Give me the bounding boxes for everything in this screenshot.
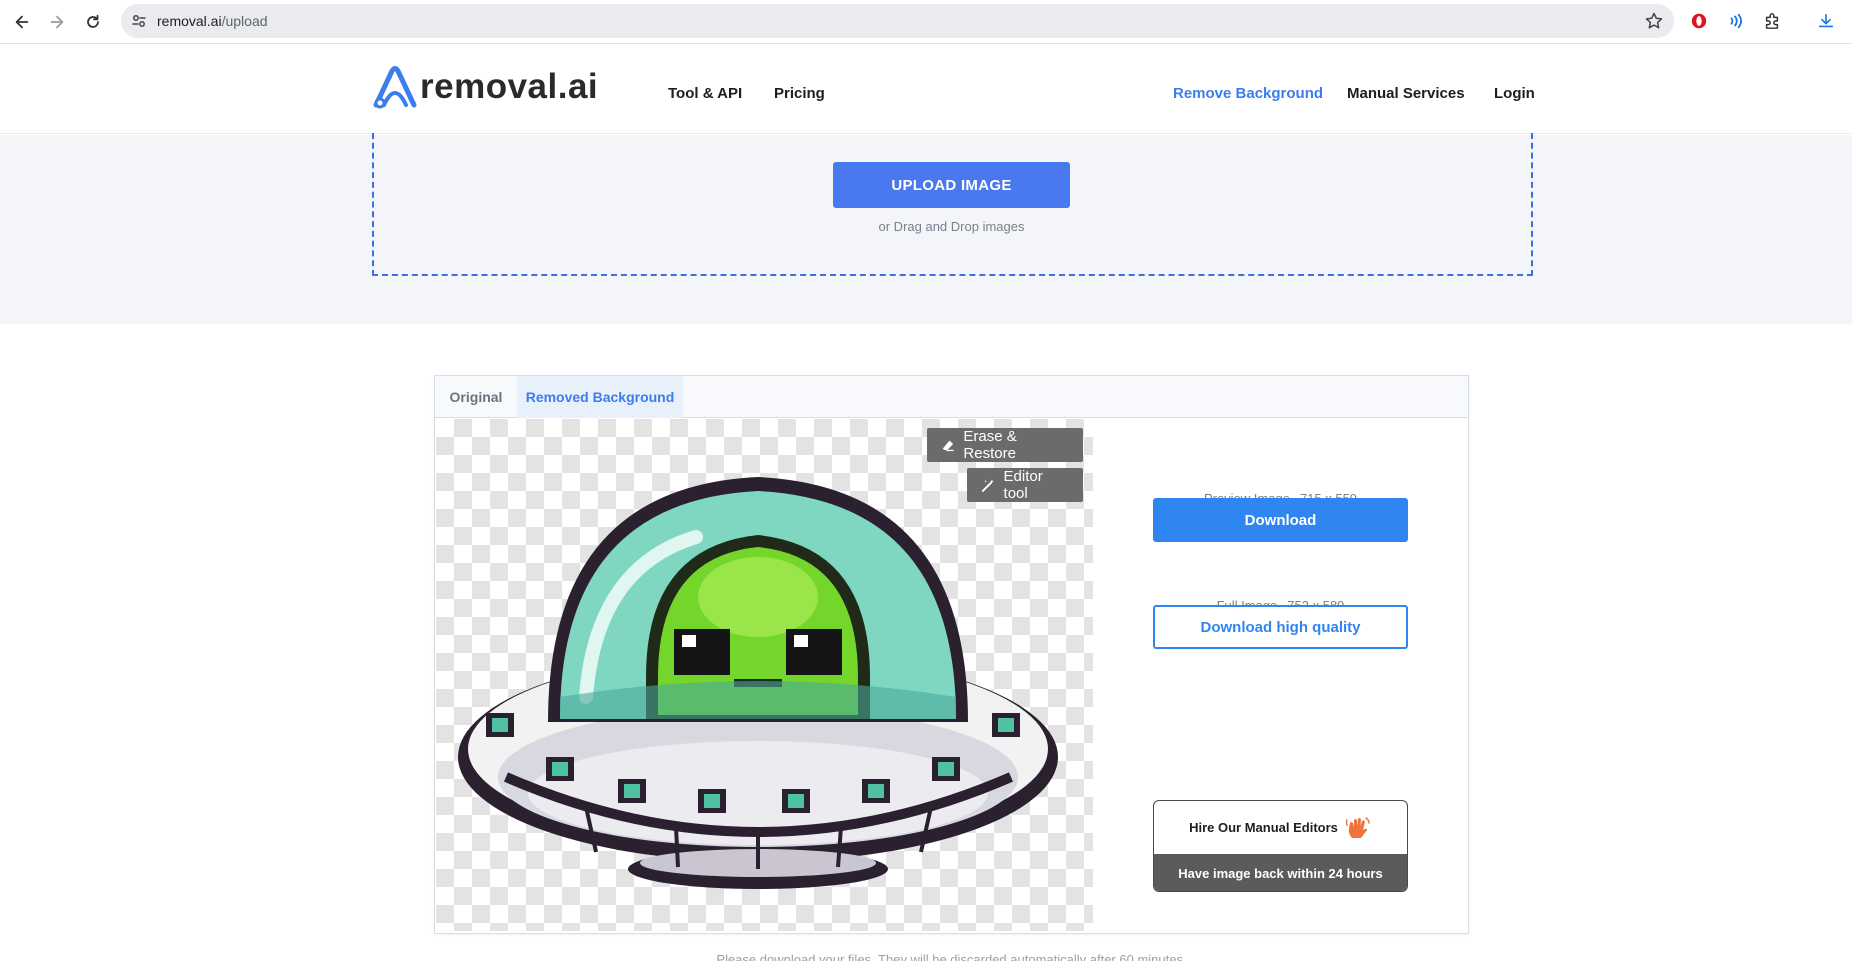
nav-remove-background[interactable]: Remove Background <box>1173 85 1323 102</box>
download-icon[interactable] <box>1815 10 1837 32</box>
url-path: /upload <box>221 13 268 29</box>
erase-restore-button[interactable]: Erase & Restore <box>927 428 1083 462</box>
tab-removed-background[interactable]: Removed Background <box>517 376 683 418</box>
nav-manual-services[interactable]: Manual Services <box>1347 85 1465 102</box>
download-high-quality-button[interactable]: Download high quality <box>1153 605 1408 649</box>
erase-restore-label: Erase & Restore <box>963 428 1017 462</box>
editor-tool-button[interactable]: Editor tool <box>967 468 1083 502</box>
nav-tool-api[interactable]: Tool & API <box>668 85 742 102</box>
tab-original[interactable]: Original <box>435 376 517 418</box>
audio-icon[interactable] <box>1724 10 1746 32</box>
upload-image-button[interactable]: UPLOAD IMAGE <box>833 162 1070 208</box>
forward-arrow-icon[interactable] <box>44 9 70 35</box>
logo-text: removal.ai <box>420 67 599 106</box>
star-icon[interactable] <box>1644 11 1664 31</box>
logo-mark-icon <box>373 66 417 109</box>
nav-pricing[interactable]: Pricing <box>774 85 825 102</box>
result-tabs: Original Removed Background <box>435 376 1468 418</box>
hand-wave-icon <box>1345 816 1370 838</box>
hire-title-row: Hire Our Manual Editors <box>1154 801 1407 854</box>
extensions-icon[interactable] <box>1761 10 1783 32</box>
logo[interactable]: removal.ai <box>372 64 598 110</box>
back-arrow-icon[interactable] <box>9 9 35 35</box>
download-button[interactable]: Download <box>1153 498 1408 542</box>
site-settings-icon[interactable] <box>131 13 147 29</box>
magic-wand-icon <box>981 479 994 492</box>
ufo-alien-image <box>458 477 1058 889</box>
site-header: removal.ai Tool & API Pricing Remove Bac… <box>0 44 1852 134</box>
editor-tool-label: Editor tool <box>1003 468 1043 502</box>
drag-drop-hint: or Drag and Drop images <box>878 219 1025 234</box>
opera-icon[interactable] <box>1688 10 1710 32</box>
nav-login[interactable]: Login <box>1494 85 1535 102</box>
hire-subtitle: Have image back within 24 hours <box>1154 854 1407 891</box>
hire-manual-editors-box[interactable]: Hire Our Manual Editors Have image back … <box>1153 800 1408 892</box>
address-bar[interactable]: removal.ai/upload <box>121 4 1674 38</box>
reload-icon[interactable] <box>80 9 106 35</box>
browser-toolbar: removal.ai/upload <box>0 0 1852 44</box>
url-domain: removal.ai <box>157 13 222 29</box>
eraser-icon <box>942 440 954 451</box>
hire-title: Hire Our Manual Editors <box>1189 820 1338 835</box>
file-retention-notice: Please download your files. They will be… <box>716 952 1187 961</box>
url-text: removal.ai/upload <box>157 13 268 29</box>
